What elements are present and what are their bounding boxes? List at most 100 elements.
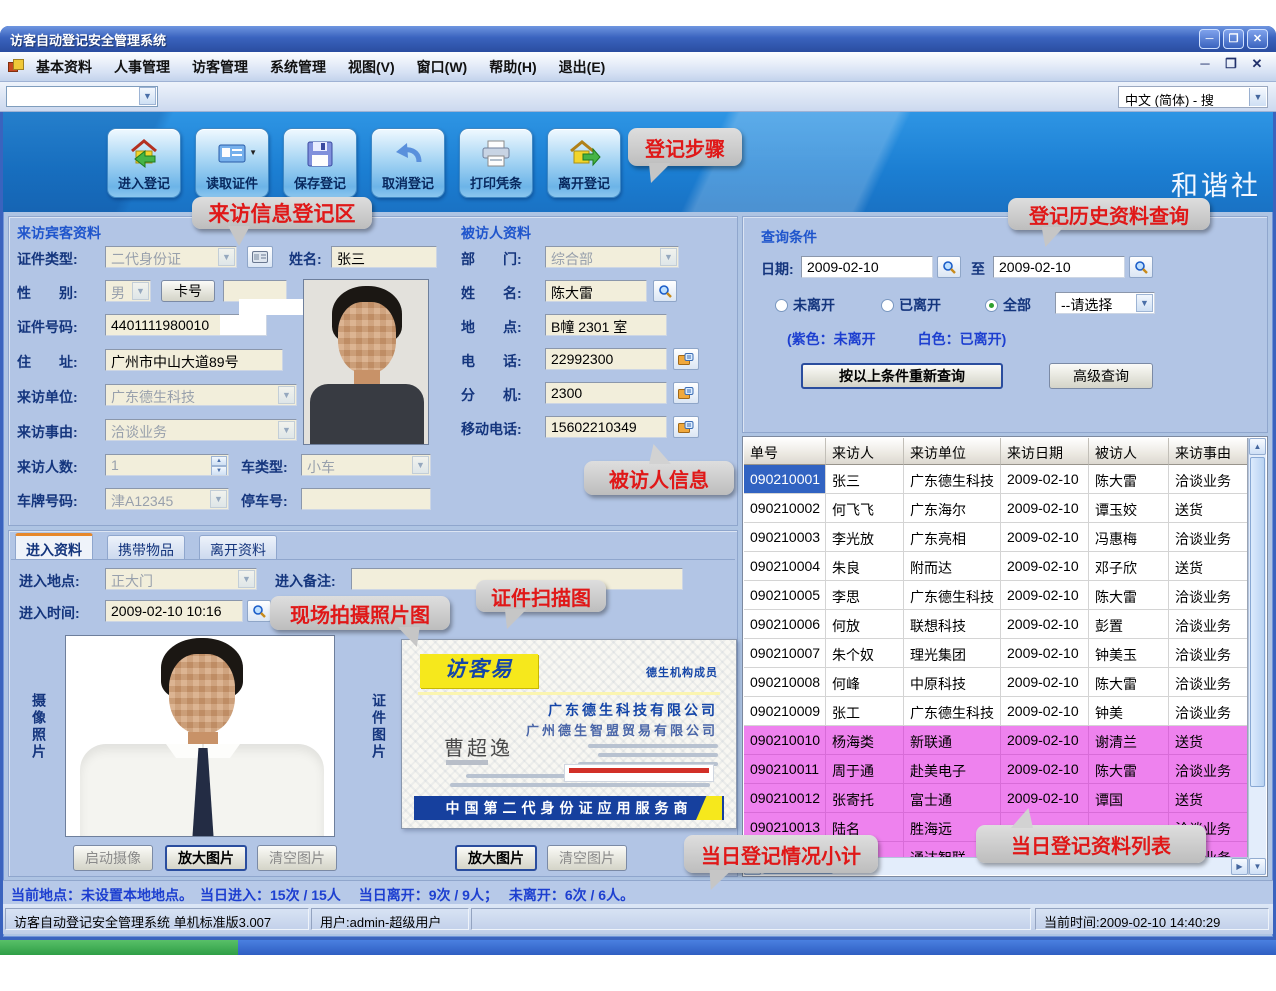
chevron-down-icon[interactable]: ▼ xyxy=(139,87,156,105)
table-row[interactable]: 090210011周于通赴美电子2009-02-10陈大雷洽谈业务 xyxy=(744,755,1247,784)
menu-item[interactable]: 系统管理 xyxy=(270,57,326,77)
cert-type-combo[interactable]: 二代身份证▼ xyxy=(105,246,237,268)
minimize-button[interactable]: ─ xyxy=(1199,29,1220,49)
table-row[interactable]: 090210004朱良附而达2009-02-10邓子欣送货 xyxy=(744,552,1247,581)
menu-item[interactable]: 视图(V) xyxy=(348,57,395,77)
table-cell: 2009-02-10 xyxy=(1001,523,1089,552)
table-column-header[interactable]: 来访单位 xyxy=(904,438,1001,465)
table-cell: 广东德生科技 xyxy=(904,697,1001,726)
radio-not-left[interactable]: 未离开 xyxy=(775,295,835,315)
read-cert-button[interactable]: ▼读取证件 xyxy=(195,128,269,198)
chevron-down-icon[interactable]: ▼ xyxy=(1249,88,1266,106)
mdi-minimize-button[interactable]: ─ xyxy=(1196,56,1214,72)
menu-item[interactable]: 窗口(W) xyxy=(417,57,468,77)
date-from-field[interactable]: 2009-02-10 xyxy=(801,256,933,278)
table-row[interactable]: 090210010杨海类新联通2009-02-10谢清兰送货 xyxy=(744,726,1247,755)
table-row[interactable]: 090210012张寄托富士通2009-02-10谭国送货 xyxy=(744,784,1247,813)
mdi-controls: ─ ❐ ✕ xyxy=(1196,56,1266,72)
requery-button[interactable]: 按以上条件重新查询 xyxy=(801,363,1003,389)
table-row[interactable]: 090210002何飞飞广东海尔2009-02-10谭玉姣送货 xyxy=(744,494,1247,523)
table-column-header[interactable]: 来访人 xyxy=(826,438,904,465)
table-panel: 单号来访人来访单位来访日期被访人来访事由 090210001张三广东德生科技20… xyxy=(742,436,1268,877)
gender-label: 性 别: xyxy=(17,283,78,303)
table-row[interactable]: 090210009张工广东德生科技2009-02-10钟美洽谈业务 xyxy=(744,697,1247,726)
quick-search-combo[interactable]: ▼ xyxy=(6,86,158,107)
card-no-button[interactable]: 卡号 xyxy=(161,280,215,302)
cert-zoom-button[interactable]: 放大图片 xyxy=(455,845,537,871)
visitee-name-field[interactable]: 陈大雷 xyxy=(545,280,647,302)
advanced-query-button[interactable]: 高级查询 xyxy=(1049,363,1153,389)
tab-carried-items[interactable]: 携带物品 xyxy=(107,535,185,559)
phone-field[interactable]: 22992300 xyxy=(545,348,667,370)
enter-register-button[interactable]: 进入登记 xyxy=(107,128,181,198)
print-slip-button[interactable]: 打印凭条 xyxy=(459,128,533,198)
reason-combo[interactable]: 洽谈业务▼ xyxy=(105,419,297,441)
date-from-picker-button[interactable] xyxy=(937,256,961,278)
table-column-header[interactable]: 单号 xyxy=(744,438,826,465)
table-column-header[interactable]: 来访事由 xyxy=(1169,438,1248,465)
mdi-close-button[interactable]: ✕ xyxy=(1248,56,1266,72)
date-to-field[interactable]: 2009-02-10 xyxy=(993,256,1125,278)
vertical-scrollbar[interactable]: ▲ ▼ xyxy=(1248,438,1266,875)
table-row[interactable]: 090210006何放联想科技2009-02-10彭置洽谈业务 xyxy=(744,610,1247,639)
count-stepper[interactable]: 1 ▲▼ xyxy=(105,454,229,476)
table-cell: 洽谈业务 xyxy=(1169,581,1248,610)
scroll-up-icon[interactable]: ▲ xyxy=(1249,438,1266,455)
table-row[interactable]: 090210005李思广东德生科技2009-02-10陈大雷洽谈业务 xyxy=(744,581,1247,610)
address-field[interactable]: 广州市中山大道89号 xyxy=(105,349,283,371)
dropdown-arrow-icon[interactable]: ▼ xyxy=(249,148,257,157)
dept-combo[interactable]: 综合部▼ xyxy=(545,246,679,268)
vehicle-type-combo[interactable]: 小车▼ xyxy=(301,454,431,476)
mdi-restore-button[interactable]: ❐ xyxy=(1222,56,1240,72)
radio-all[interactable]: 全部 xyxy=(985,295,1031,315)
close-button[interactable]: ✕ xyxy=(1247,29,1268,49)
visitee-search-button[interactable] xyxy=(653,280,677,302)
ext-field[interactable]: 2300 xyxy=(545,382,667,404)
visitor-name-field[interactable]: 张三 xyxy=(331,246,437,268)
tab-entry-info[interactable]: 进入资料 xyxy=(15,533,93,559)
entry-time-picker-button[interactable] xyxy=(247,600,271,622)
cert-no-field[interactable]: 4401111980010 xyxy=(105,314,267,336)
table-row[interactable]: 090210007朱个奴理光集团2009-02-10钟美玉洽谈业务 xyxy=(744,639,1247,668)
date-to-picker-button[interactable] xyxy=(1129,256,1153,278)
ext-dial-button[interactable] xyxy=(673,382,699,404)
cancel-register-button[interactable]: 取消登记 xyxy=(371,128,445,198)
phone-dial-button[interactable] xyxy=(673,348,699,370)
scrollbar-thumb[interactable] xyxy=(1250,457,1265,787)
parking-field[interactable] xyxy=(301,488,431,510)
table-row[interactable]: 090210003李光放广东亮相2009-02-10冯惠梅洽谈业务 xyxy=(744,523,1247,552)
menu-item[interactable]: 基本资料 xyxy=(36,57,92,77)
filter-select[interactable]: --请选择▼ xyxy=(1055,292,1155,314)
scroll-down-icon[interactable]: ▼ xyxy=(1249,858,1266,875)
entry-place-combo[interactable]: 正大门▼ xyxy=(105,568,257,590)
tab-divider xyxy=(11,559,735,560)
menu-item[interactable]: 帮助(H) xyxy=(489,57,536,77)
menu-item[interactable]: 访客管理 xyxy=(192,57,248,77)
location-field[interactable]: B幢 2301 室 xyxy=(545,314,667,336)
table-column-header[interactable]: 来访日期 xyxy=(1001,438,1089,465)
cert-clear-button[interactable]: 清空图片 xyxy=(547,845,627,871)
table-row[interactable]: 090210008何峰中原科技2009-02-10陈大雷洽谈业务 xyxy=(744,668,1247,697)
leave-register-button[interactable]: 离开登记 xyxy=(547,128,621,198)
mobile-dial-button[interactable] xyxy=(673,416,699,438)
radio-left[interactable]: 已离开 xyxy=(881,295,941,315)
restore-button[interactable]: ❐ xyxy=(1223,29,1244,49)
spinner-arrows-icon[interactable]: ▲▼ xyxy=(211,456,227,474)
company-combo[interactable]: 广东德生科技▼ xyxy=(105,384,297,406)
table-cell: 2009-02-10 xyxy=(1001,465,1089,494)
table-row[interactable]: 090210001张三广东德生科技2009-02-10陈大雷洽谈业务 xyxy=(744,465,1247,494)
camera-zoom-button[interactable]: 放大图片 xyxy=(165,845,247,871)
card-reader-button[interactable] xyxy=(247,246,273,268)
scroll-right-icon[interactable]: ▶ xyxy=(1231,858,1248,875)
menu-item[interactable]: 人事管理 xyxy=(114,57,170,77)
gender-combo[interactable]: 男▼ xyxy=(105,280,151,302)
language-bar[interactable]: 中文 (简体) - 搜 ▼ xyxy=(1118,86,1268,108)
save-register-button[interactable]: 保存登记 xyxy=(283,128,357,198)
menu-item[interactable]: 退出(E) xyxy=(559,57,606,77)
entry-time-field[interactable]: 2009-02-10 10:16 xyxy=(105,600,243,622)
plate-combo[interactable]: 津A12345▼ xyxy=(105,488,229,510)
start-camera-button[interactable]: 启动摄像 xyxy=(73,845,153,871)
tab-leave-info[interactable]: 离开资料 xyxy=(199,535,277,559)
table-column-header[interactable]: 被访人 xyxy=(1089,438,1169,465)
camera-clear-button[interactable]: 清空图片 xyxy=(257,845,337,871)
